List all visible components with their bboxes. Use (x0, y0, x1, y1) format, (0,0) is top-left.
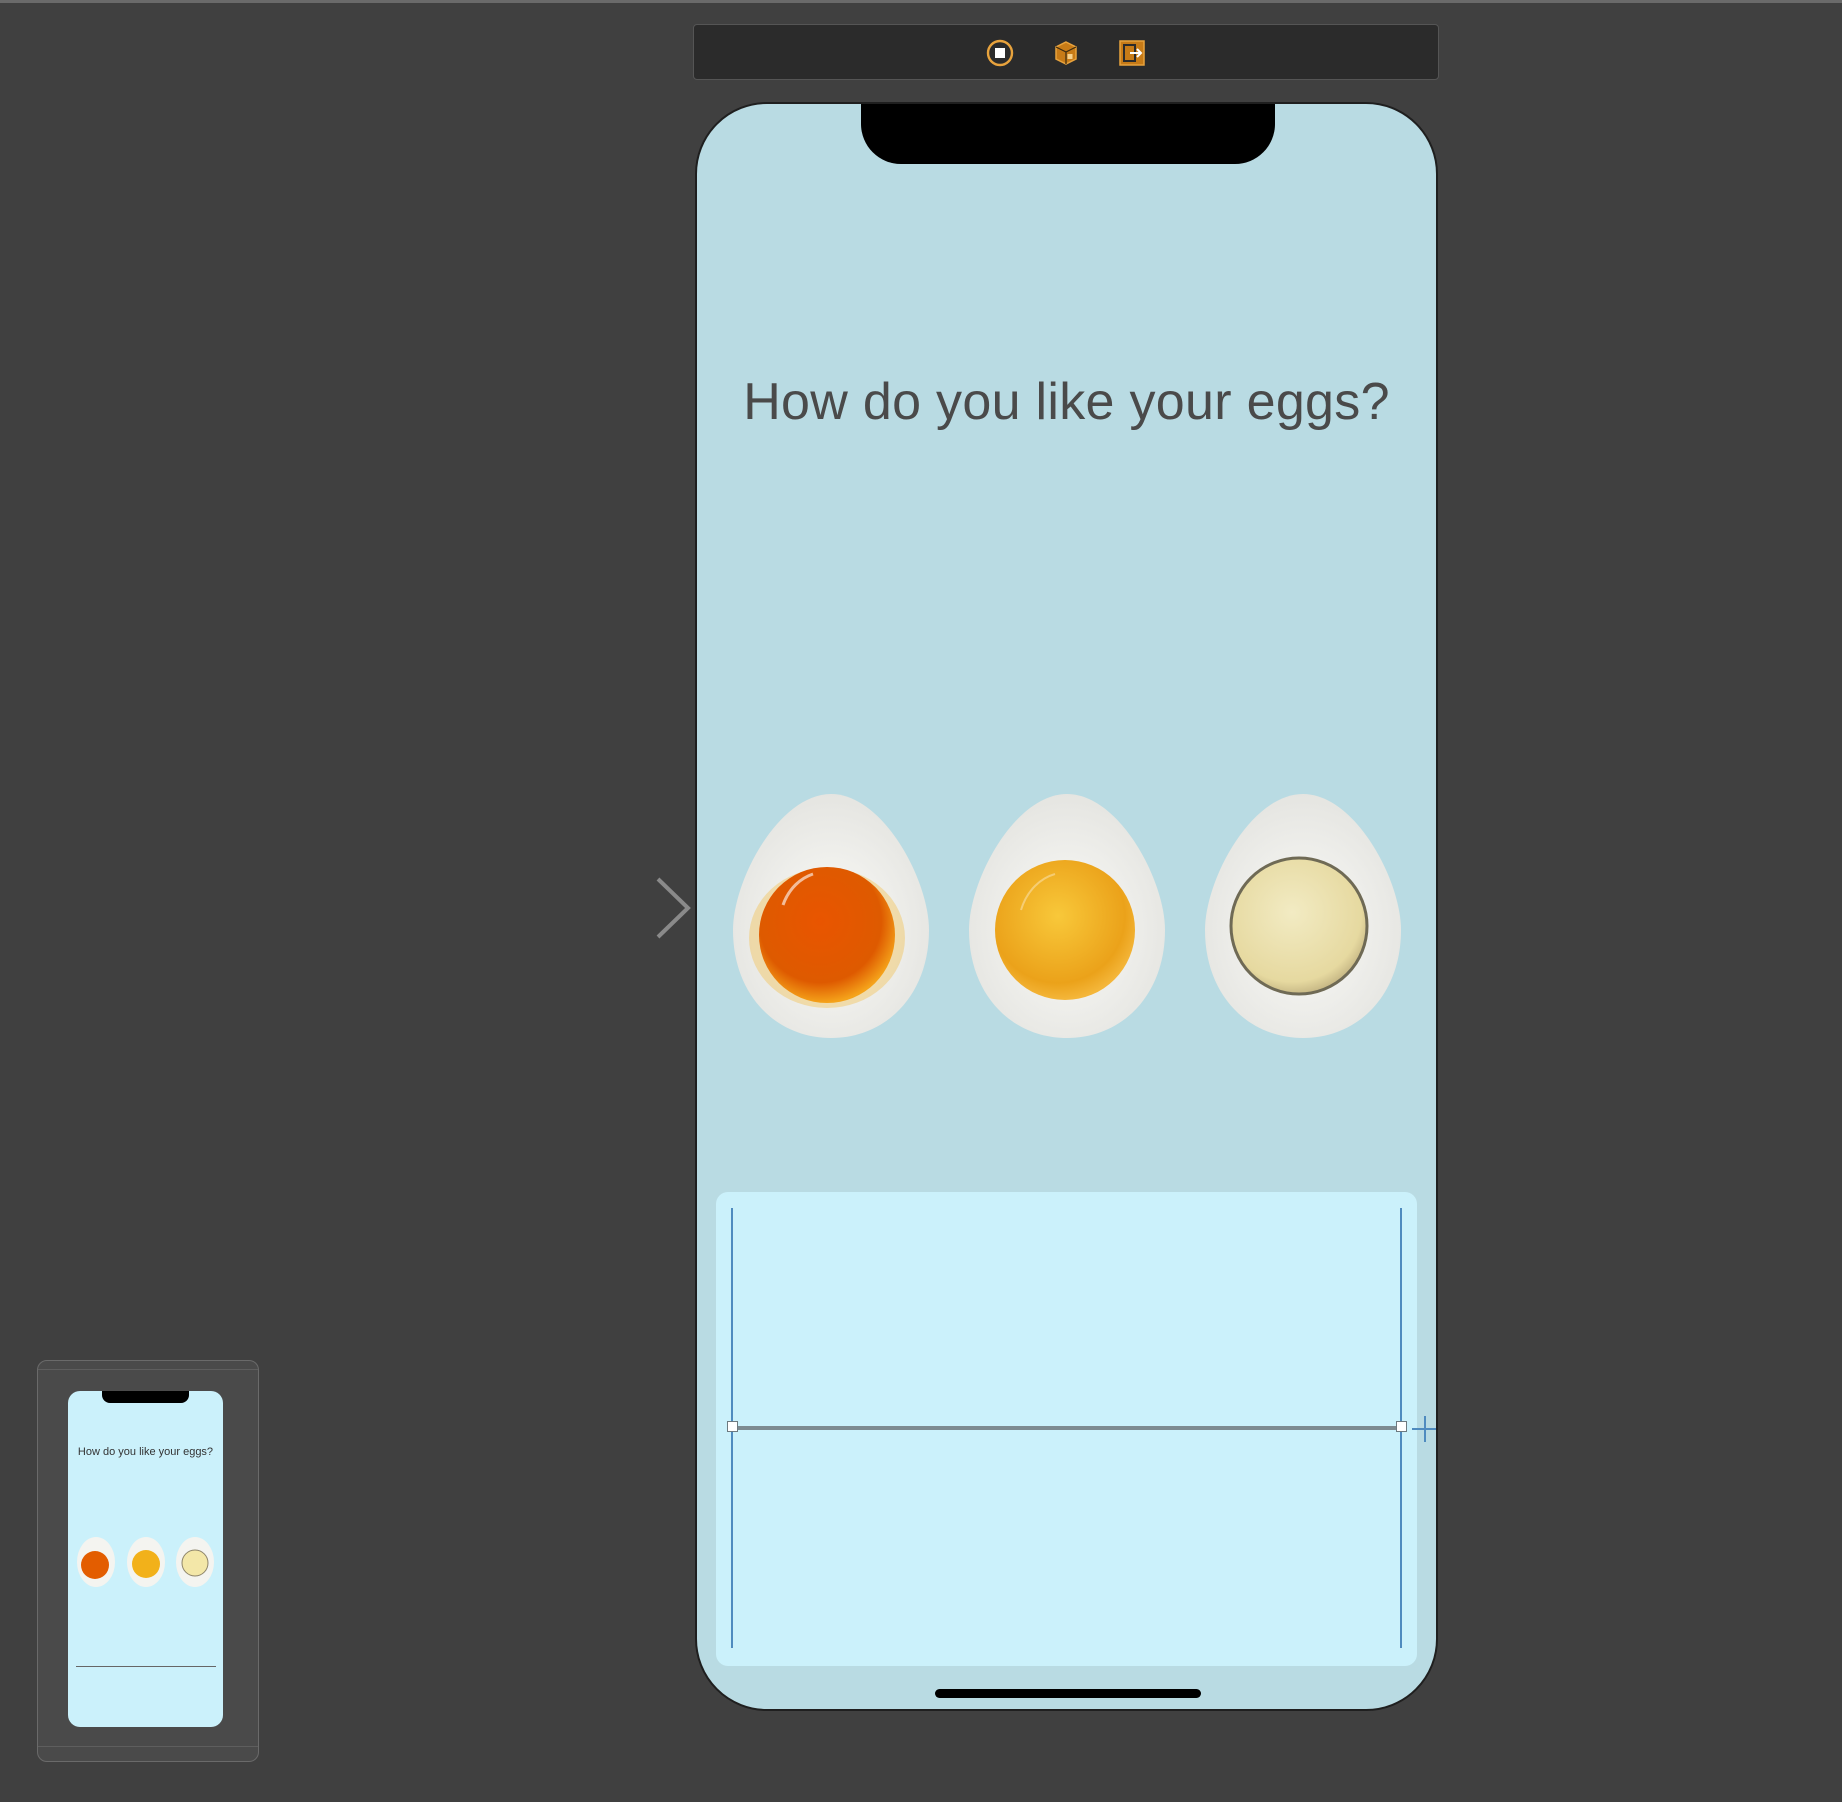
minimap-notch (102, 1391, 189, 1403)
progress-bar[interactable] (733, 1426, 1401, 1430)
minimap-hard-egg (175, 1535, 215, 1587)
device-notch (861, 104, 1275, 164)
minimap-medium-egg (126, 1535, 166, 1587)
home-indicator (935, 1689, 1201, 1698)
resize-handle-left[interactable] (727, 1421, 738, 1432)
storyboard-entry-arrow (510, 873, 694, 943)
soft-egg-button[interactable] (731, 790, 931, 1042)
progress-container (716, 1192, 1436, 1666)
minimap-soft-egg (76, 1535, 116, 1587)
canvas-minimap[interactable]: How do you like your eggs? (37, 1360, 259, 1762)
first-responder-icon[interactable] (1052, 39, 1080, 67)
minimap-bottom-divider (38, 1746, 258, 1747)
constraint-indicator-vertical (1424, 1416, 1426, 1442)
resize-handle-right[interactable] (1396, 1421, 1407, 1432)
exit-icon[interactable] (1118, 39, 1146, 67)
iphone-canvas: How do you like your eggs? (695, 102, 1438, 1711)
window-top-border (0, 0, 1842, 3)
minimap-top-divider (38, 1369, 258, 1370)
title-label: How do you like your eggs? (743, 373, 1390, 431)
medium-egg-button[interactable] (967, 790, 1167, 1042)
minimap-progress-bar (76, 1666, 216, 1667)
scene-dock (693, 24, 1439, 80)
hard-egg-button[interactable] (1203, 790, 1403, 1042)
view-controller-icon[interactable] (986, 39, 1014, 67)
minimap-device: How do you like your eggs? (68, 1391, 223, 1727)
minimap-title-label: How do you like your eggs? (77, 1446, 214, 1458)
